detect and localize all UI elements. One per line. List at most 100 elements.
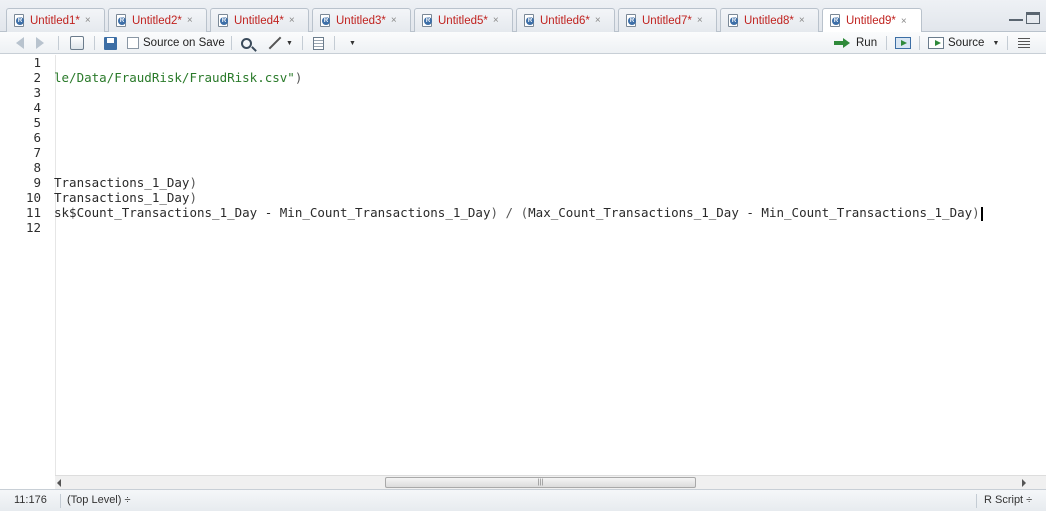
r-file-icon: R <box>727 13 740 28</box>
code-editor[interactable]: 1 2 3 4 5 6 7 8 9 10 11 12 le/Data/Fraud… <box>0 55 1046 475</box>
close-icon[interactable]: × <box>901 16 907 27</box>
editor-toolbar: Source on Save ▼ ▼ Run Source ▼ <box>0 32 1046 54</box>
notebook-icon <box>313 36 324 50</box>
chevron-down-icon: ▼ <box>349 39 356 47</box>
more-options-button[interactable]: ▼ <box>346 35 356 51</box>
close-icon[interactable]: × <box>391 15 397 26</box>
r-file-icon: R <box>13 13 26 28</box>
code-token: ) <box>294 70 303 85</box>
tab-untitled1[interactable]: R Untitled1* × <box>6 8 105 32</box>
r-file-icon: R <box>217 13 230 28</box>
string-literal: le/Data/FraudRisk/FraudRisk.csv" <box>54 70 295 85</box>
close-icon[interactable]: × <box>799 15 805 26</box>
pane-controls <box>1009 12 1040 24</box>
magic-wand-icon <box>268 36 282 50</box>
search-icon <box>241 37 252 49</box>
chevron-down-icon: ▼ <box>286 39 293 47</box>
source-button[interactable]: Source ▼ <box>928 35 999 51</box>
back-button[interactable] <box>16 35 24 51</box>
forward-arrow-icon <box>36 37 44 49</box>
scope-selector[interactable]: (Top Level) ÷ <box>67 494 131 506</box>
tab-label: Untitled7* <box>642 14 692 27</box>
tab-label: Untitled2* <box>132 14 182 27</box>
scroll-left-icon[interactable] <box>57 479 61 487</box>
close-icon[interactable]: × <box>493 15 499 26</box>
code-token: Transactions_1_Day <box>54 190 190 205</box>
text-cursor <box>980 206 983 221</box>
toolbar-divider <box>94 36 95 50</box>
tab-untitled2[interactable]: R Untitled2* × <box>108 8 207 32</box>
code-token: Transactions_1_Day <box>54 175 190 190</box>
code-tools-button[interactable]: ▼ <box>267 35 293 51</box>
line-number: 7 <box>33 145 41 160</box>
scrollbar-thumb[interactable]: ||| <box>385 477 696 488</box>
show-in-window-icon <box>70 36 84 50</box>
close-icon[interactable]: × <box>85 15 91 26</box>
status-divider <box>60 494 61 508</box>
line-number: 3 <box>33 85 41 100</box>
code-token: ) <box>189 175 197 190</box>
source-on-save-toggle[interactable]: Source on Save <box>127 35 225 51</box>
tab-untitled5[interactable]: R Untitled5* × <box>414 8 513 32</box>
source-on-save-checkbox[interactable] <box>127 37 139 49</box>
scroll-right-icon[interactable] <box>1022 479 1026 487</box>
save-icon <box>104 36 117 50</box>
close-icon[interactable]: × <box>595 15 601 26</box>
tab-label: Untitled8* <box>744 14 794 27</box>
tab-label: Untitled3* <box>336 14 386 27</box>
toolbar-divider <box>1007 36 1008 50</box>
code-line-10[interactable]: Transactions_1_Day) <box>54 190 197 205</box>
compile-report-button[interactable] <box>313 35 324 51</box>
minimize-icon[interactable] <box>1009 12 1023 21</box>
code-line-9[interactable]: Transactions_1_Day) <box>54 175 197 190</box>
tab-untitled4[interactable]: R Untitled4* × <box>210 8 309 32</box>
close-icon[interactable]: × <box>697 15 703 26</box>
code-line-11[interactable]: sk$Count_Transactions_1_Day - Min_Count_… <box>54 205 983 221</box>
tab-bar: R Untitled1* × R Untitled2* × R Untitled… <box>0 0 1046 33</box>
gutter-border <box>55 55 56 475</box>
tab-untitled7[interactable]: R Untitled7* × <box>618 8 717 32</box>
r-file-icon: R <box>319 13 332 28</box>
r-file-icon: R <box>523 13 536 28</box>
line-number: 5 <box>33 115 41 130</box>
status-divider <box>976 494 977 508</box>
show-in-window-button[interactable] <box>70 35 84 51</box>
close-icon[interactable]: × <box>187 15 193 26</box>
run-label: Run <box>856 37 878 49</box>
code-token: ) <box>189 190 197 205</box>
save-button[interactable] <box>104 35 117 51</box>
outline-button[interactable] <box>1018 35 1030 51</box>
forward-button[interactable] <box>36 35 44 51</box>
code-token: ) <box>972 205 980 220</box>
line-number: 6 <box>33 130 41 145</box>
file-type-selector[interactable]: R Script ÷ <box>984 494 1032 506</box>
tab-label: Untitled6* <box>540 14 590 27</box>
line-number: 12 <box>25 220 41 235</box>
line-number: 9 <box>33 175 41 190</box>
run-button[interactable]: Run <box>834 35 877 51</box>
toolbar-divider <box>231 36 232 50</box>
toolbar-divider <box>334 36 335 50</box>
tab-label: Untitled5* <box>438 14 488 27</box>
close-icon[interactable]: × <box>289 15 295 26</box>
r-file-icon: R <box>829 14 842 28</box>
code-token: Max_Count_Transactions_1_Day - Min_Count… <box>528 205 973 220</box>
find-replace-button[interactable] <box>241 35 252 51</box>
r-file-icon: R <box>625 13 638 28</box>
tab-label: Untitled4* <box>234 14 284 27</box>
rerun-button[interactable] <box>895 35 911 51</box>
tab-untitled6[interactable]: R Untitled6* × <box>516 8 615 32</box>
tab-untitled9[interactable]: R Untitled9* × <box>822 8 922 33</box>
code-line-2[interactable]: le/Data/FraudRisk/FraudRisk.csv") <box>54 70 302 85</box>
maximize-icon[interactable] <box>1026 12 1040 24</box>
r-file-icon: R <box>115 13 128 28</box>
tab-untitled8[interactable]: R Untitled8* × <box>720 8 819 32</box>
tab-untitled3[interactable]: R Untitled3* × <box>312 8 411 32</box>
status-bar: 11:176 (Top Level) ÷ R Script ÷ <box>0 489 1046 511</box>
r-file-icon: R <box>421 13 434 28</box>
tab-label: Untitled9* <box>846 15 896 27</box>
source-on-save-label: Source on Save <box>143 37 225 49</box>
code-token: sk$Count_Transactions_1_Day - Min_Count_… <box>54 205 491 220</box>
line-number: 11 <box>25 205 41 220</box>
horizontal-scrollbar[interactable]: ||| <box>55 475 1046 489</box>
